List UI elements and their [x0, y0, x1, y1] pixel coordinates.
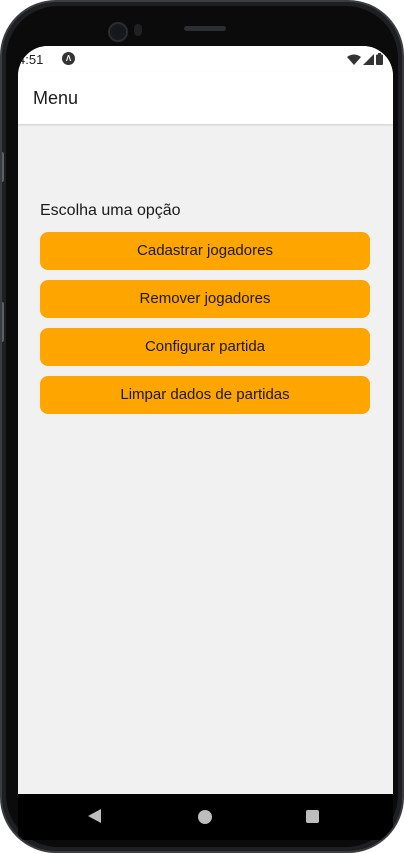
phone-frame: 4:51 Λ Menu Escolha uma opção Cadastrar …	[0, 0, 404, 853]
volume-up-button	[2, 152, 4, 182]
back-icon[interactable]	[88, 809, 101, 823]
page-title: Menu	[33, 88, 79, 108]
configure-match-button[interactable]: Configurar partida	[40, 328, 370, 366]
signal-icon	[363, 53, 374, 65]
status-icons	[347, 53, 383, 65]
app-header: Menu	[18, 72, 393, 124]
wifi-icon	[347, 54, 361, 65]
register-players-button[interactable]: Cadastrar jogadores	[40, 232, 370, 270]
system-nav-bar	[18, 794, 393, 840]
status-bar: 4:51 Λ	[18, 46, 393, 72]
menu-prompt: Escolha uma opção	[40, 202, 181, 219]
clear-match-data-button[interactable]: Limpar dados de partidas	[40, 376, 370, 414]
front-camera-icon	[108, 22, 128, 42]
menu-content: Escolha uma opção Cadastrar jogadores Re…	[40, 202, 370, 424]
sensor-icon	[134, 24, 142, 36]
remove-players-button[interactable]: Remover jogadores	[40, 280, 370, 318]
recent-apps-icon[interactable]	[306, 810, 319, 823]
battery-icon	[376, 53, 383, 65]
status-time: 4:51	[18, 52, 44, 67]
app-screen: 4:51 Λ Menu Escolha uma opção Cadastrar …	[18, 46, 393, 794]
volume-down-button	[2, 302, 4, 342]
home-icon[interactable]	[198, 810, 212, 824]
app-notification-icon: Λ	[62, 52, 75, 65]
earpiece-speaker	[184, 26, 226, 31]
